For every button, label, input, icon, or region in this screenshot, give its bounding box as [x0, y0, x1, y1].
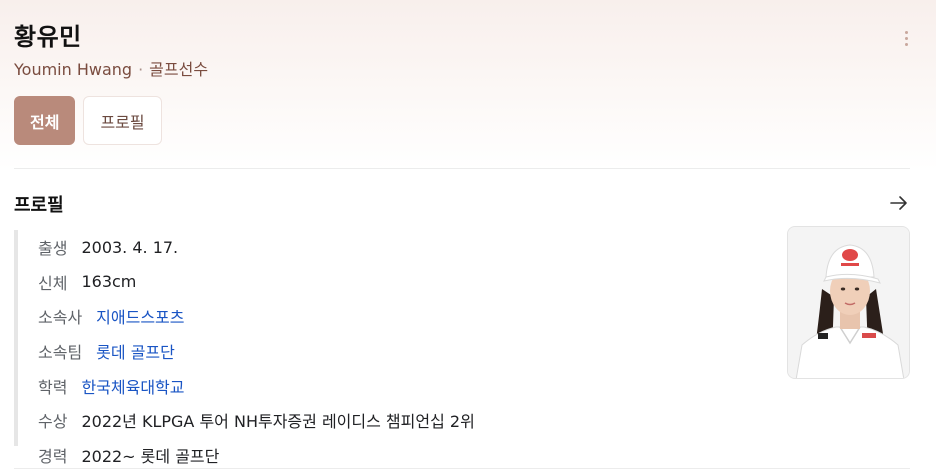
info-row-agency: 소속사 지애드스포츠 [38, 299, 475, 334]
education-link[interactable]: 한국체육대학교 [81, 374, 184, 398]
info-label: 수상 [38, 412, 68, 432]
header-divider [14, 168, 910, 169]
info-label: 신체 [38, 273, 68, 293]
info-row-career: 경력 2022~ 롯데 골프단 [38, 438, 475, 473]
team-link[interactable]: 롯데 골프단 [96, 339, 175, 363]
arrow-right-icon[interactable] [888, 192, 910, 214]
page-title: 황유민 [14, 23, 82, 51]
agency-link[interactable]: 지애드스포츠 [96, 304, 184, 328]
bottom-divider [14, 468, 910, 469]
section-title-profile: 프로필 [14, 195, 64, 216]
info-row-awards: 수상 2022년 KLPGA 투어 NH투자증권 레이디스 챔피언십 2위 [38, 403, 475, 438]
subtitle-name: Youmin Hwang [14, 60, 133, 79]
profile-photo[interactable] [787, 226, 910, 379]
more-options-icon[interactable] [896, 24, 916, 52]
profile-info-list: 출생 2003. 4. 17. 신체 163cm 소속사 지애드스포츠 소속팀 … [38, 230, 475, 472]
subtitle-role: 골프선수 [149, 60, 209, 79]
info-value: 163cm [81, 272, 137, 292]
subtitle-separator: · [138, 60, 144, 79]
info-value: 2003. 4. 17. [81, 237, 179, 257]
info-row-birth: 출생 2003. 4. 17. [38, 230, 475, 265]
info-label: 경력 [38, 446, 68, 466]
info-label: 학력 [38, 377, 68, 397]
subtitle: Youmin Hwang · 골프선수 [14, 56, 208, 80]
info-label: 출생 [38, 239, 68, 259]
info-label: 소속팀 [38, 343, 83, 363]
info-value: 2022년 KLPGA 투어 NH투자증권 레이디스 챔피언십 2위 [81, 412, 475, 432]
tab-profile[interactable]: 프로필 [83, 96, 162, 145]
info-row-team: 소속팀 롯데 골프단 [38, 334, 475, 369]
info-left-bar [14, 230, 18, 446]
info-row-body: 신체 163cm [38, 265, 475, 300]
tab-bar: 전체 프로필 [14, 96, 162, 145]
info-value: 2022~ 롯데 골프단 [81, 446, 220, 466]
info-row-education: 학력 한국체육대학교 [38, 368, 475, 403]
person-card: 황유민 Youmin Hwang · 골프선수 전체 프로필 프로필 출생 2003… [14, 0, 910, 474]
info-label: 소속사 [38, 308, 83, 328]
tab-all[interactable]: 전체 [14, 96, 76, 145]
